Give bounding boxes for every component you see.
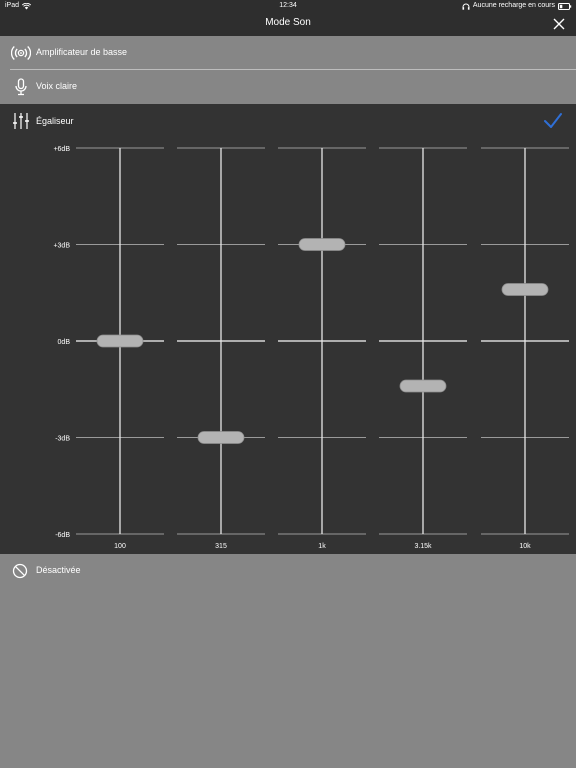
y-tick-label: -6dB	[55, 532, 70, 539]
headphones-icon	[462, 3, 470, 10]
mode-clear-voice[interactable]: Voix claire	[0, 70, 576, 104]
nav-header: Mode Son	[0, 12, 576, 36]
band-frequency-label: 100	[114, 543, 126, 550]
mode-bass-amplifier[interactable]: Amplificateur de basse	[0, 36, 576, 70]
band-slider-thumb[interactable]	[96, 334, 144, 348]
mode-label: Désactivée	[36, 565, 81, 575]
status-bar: iPad 12:34 Aucune recharge en cours	[0, 0, 576, 12]
speaker-waves-icon	[10, 44, 32, 62]
close-icon	[553, 18, 565, 30]
band-slider-thumb[interactable]	[501, 283, 549, 296]
page-title: Mode Son	[265, 17, 311, 28]
band-slider-thumb[interactable]	[298, 238, 346, 251]
mode-off[interactable]: Désactivée	[0, 554, 576, 588]
y-tick-label: 0dB	[58, 339, 71, 346]
equalizer-chart: +6dB +3dB 0dB -3dB -6dB 100 315 1k 3.15k 10k	[53, 146, 569, 550]
microphone-icon	[11, 78, 31, 96]
charging-status: Aucune recharge en cours	[472, 2, 555, 9]
battery-icon	[558, 2, 572, 10]
y-tick-label: -3dB	[55, 436, 70, 443]
prohibited-icon	[11, 562, 31, 580]
equalizer-panel: Égaliseur +6dB +3dB 0dB -3dB -6dB 100 315 1k 3.…	[0, 104, 576, 554]
band-slider-thumb[interactable]	[399, 379, 447, 393]
band-frequency-label: 1k	[318, 543, 326, 550]
band-slider-thumb[interactable]	[197, 431, 245, 444]
band-frequency-label: 3.15k	[414, 543, 432, 550]
y-tick-label: +3dB	[53, 243, 70, 250]
close-button[interactable]	[551, 16, 567, 32]
y-tick-label: +6dB	[53, 146, 70, 153]
band-frequency-label: 10k	[519, 543, 531, 550]
band-frequency-label: 315	[215, 543, 227, 550]
mode-label: Amplificateur de basse	[36, 47, 128, 57]
mode-label: Voix claire	[36, 81, 78, 91]
